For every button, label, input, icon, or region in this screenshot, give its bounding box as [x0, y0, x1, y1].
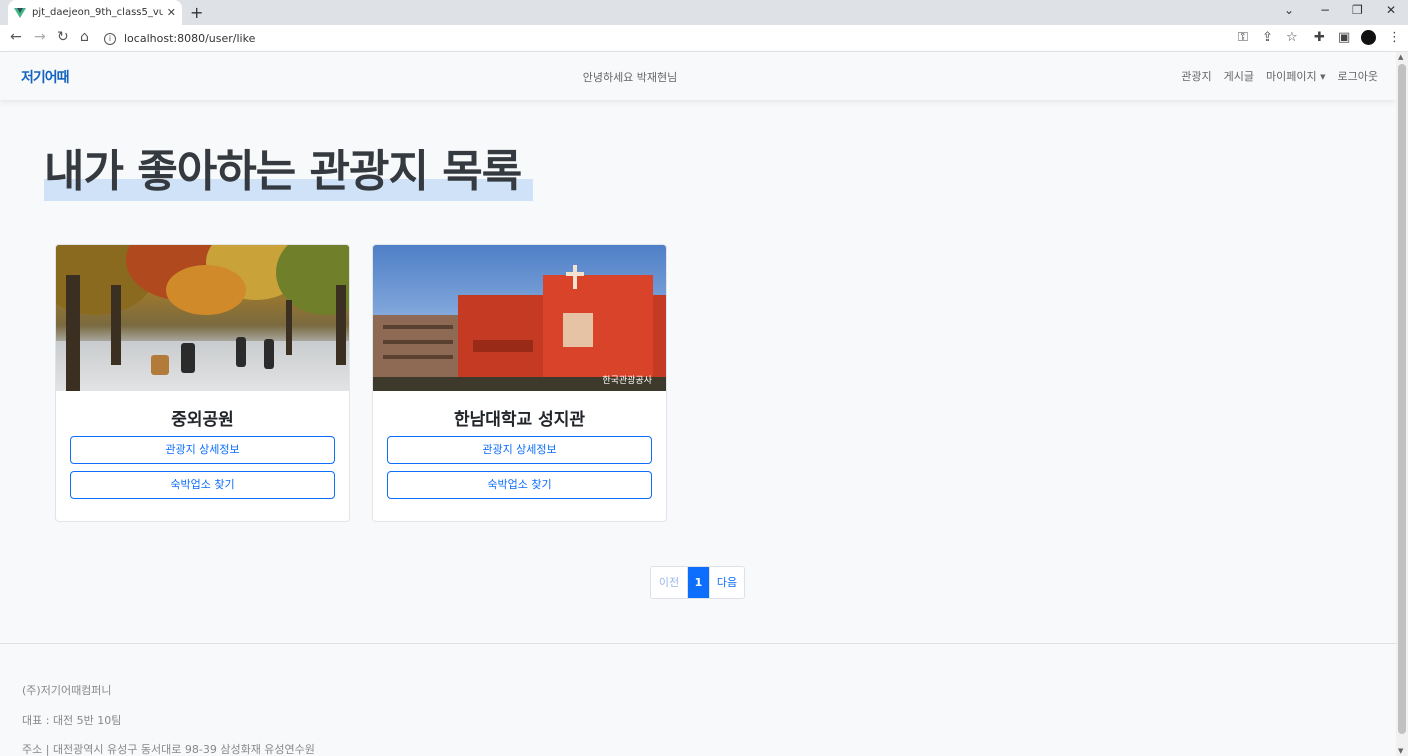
attraction-image: 한국관광공사 [373, 245, 666, 391]
page-heading-wrap: 내가 좋아하는 관광지 목록 [44, 142, 533, 202]
attraction-card: 한국관광공사 한남대학교 성지관 관광지 상세정보 숙박업소 찾기 [372, 244, 667, 522]
footer-address: 주소 | 대전광역시 유성구 동서대로 98-39 삼성화재 유성연수원 [22, 743, 315, 756]
pagination-next-button[interactable]: 다음 [709, 567, 744, 598]
window-close-icon[interactable]: ✕ [1386, 3, 1396, 17]
nav-logout-link[interactable]: 로그아웃 [1338, 68, 1378, 84]
bookmark-star-icon[interactable]: ☆ [1286, 30, 1298, 45]
tab-search-icon[interactable]: ⌄ [1284, 3, 1294, 17]
back-icon[interactable]: ← [10, 29, 22, 45]
restore-icon[interactable]: ❐ [1352, 3, 1363, 17]
tab-close-icon[interactable]: ✕ [167, 6, 176, 19]
site-navbar: 저기어때 안녕하세요 박재현님 관광지 게시글 마이페이지 ▼ 로그아웃 [0, 52, 1396, 100]
greeting-text: 안녕하세요 박재현님 [582, 71, 678, 84]
page-title: 내가 좋아하는 관광지 목록 [44, 146, 522, 197]
vue-favicon-icon [14, 7, 26, 19]
caret-down-icon: ▼ [1320, 73, 1326, 81]
reload-icon[interactable]: ↻ [57, 29, 69, 45]
forward-icon[interactable]: → [34, 29, 46, 45]
url-text: localhost:8080/user/like [124, 32, 256, 45]
nav-mypage-label: 마이페이지 [1266, 70, 1317, 83]
share-icon[interactable]: ⇪ [1262, 30, 1273, 45]
attraction-name: 중외공원 [171, 410, 234, 430]
nav-links: 관광지 게시글 마이페이지 ▼ 로그아웃 [1181, 68, 1378, 84]
pagination-prev-button[interactable]: 이전 [651, 567, 688, 598]
sidepanel-icon[interactable]: ▣ [1338, 30, 1350, 45]
minimize-icon[interactable]: − [1320, 3, 1330, 17]
browser-tab-bar: pjt_daejeon_9th_class5_vue_team ✕ + ⌄ − … [0, 0, 1408, 25]
footer-company: (주)저기어때컴퍼니 [22, 684, 112, 697]
browser-tab-title: pjt_daejeon_9th_class5_vue_team [32, 7, 163, 18]
attraction-detail-button[interactable]: 관광지 상세정보 [387, 436, 652, 464]
scrollbar-thumb[interactable] [1398, 64, 1406, 734]
site-info-icon[interactable]: i [104, 32, 116, 45]
pagination-page-1[interactable]: 1 [688, 567, 709, 598]
home-icon[interactable]: ⌂ [80, 29, 89, 45]
scroll-down-icon[interactable]: ▼ [1398, 747, 1403, 755]
attraction-name: 한남대학교 성지관 [453, 410, 586, 430]
scroll-up-icon[interactable]: ▲ [1398, 53, 1403, 61]
attraction-card: 중외공원 관광지 상세정보 숙박업소 찾기 [55, 244, 350, 522]
page-scrollbar[interactable]: ▲ ▼ [1396, 52, 1408, 756]
new-tab-button[interactable]: + [190, 3, 203, 22]
tourism-watermark: 한국관광공사 [602, 376, 652, 386]
browser-toolbar: ← → ↻ ⌂ i localhost:8080/user/like ⚿ ⇪ ☆… [0, 25, 1408, 52]
profile-avatar[interactable] [1361, 30, 1376, 45]
find-lodging-button[interactable]: 숙박업소 찾기 [70, 471, 335, 499]
attraction-image [56, 245, 349, 391]
nav-mypage-dropdown[interactable]: 마이페이지 ▼ [1266, 68, 1326, 84]
find-lodging-button[interactable]: 숙박업소 찾기 [387, 471, 652, 499]
browser-tab[interactable]: pjt_daejeon_9th_class5_vue_team ✕ [8, 0, 182, 25]
footer-ceo: 대표 : 대전 5반 10팀 [22, 714, 122, 727]
pagination: 이전 1 다음 [650, 566, 745, 599]
site-footer: (주)저기어때컴퍼니 대표 : 대전 5반 10팀 주소 | 대전광역시 유성구… [0, 643, 1396, 756]
address-bar[interactable]: i localhost:8080/user/like [104, 28, 1304, 49]
nav-attractions-link[interactable]: 관광지 [1181, 68, 1211, 84]
key-icon[interactable]: ⚿ [1238, 30, 1248, 45]
nav-board-link[interactable]: 게시글 [1224, 68, 1254, 84]
browser-menu-icon[interactable]: ⋮ [1388, 30, 1401, 45]
extensions-icon[interactable]: ✚ [1314, 30, 1325, 45]
attraction-detail-button[interactable]: 관광지 상세정보 [70, 436, 335, 464]
